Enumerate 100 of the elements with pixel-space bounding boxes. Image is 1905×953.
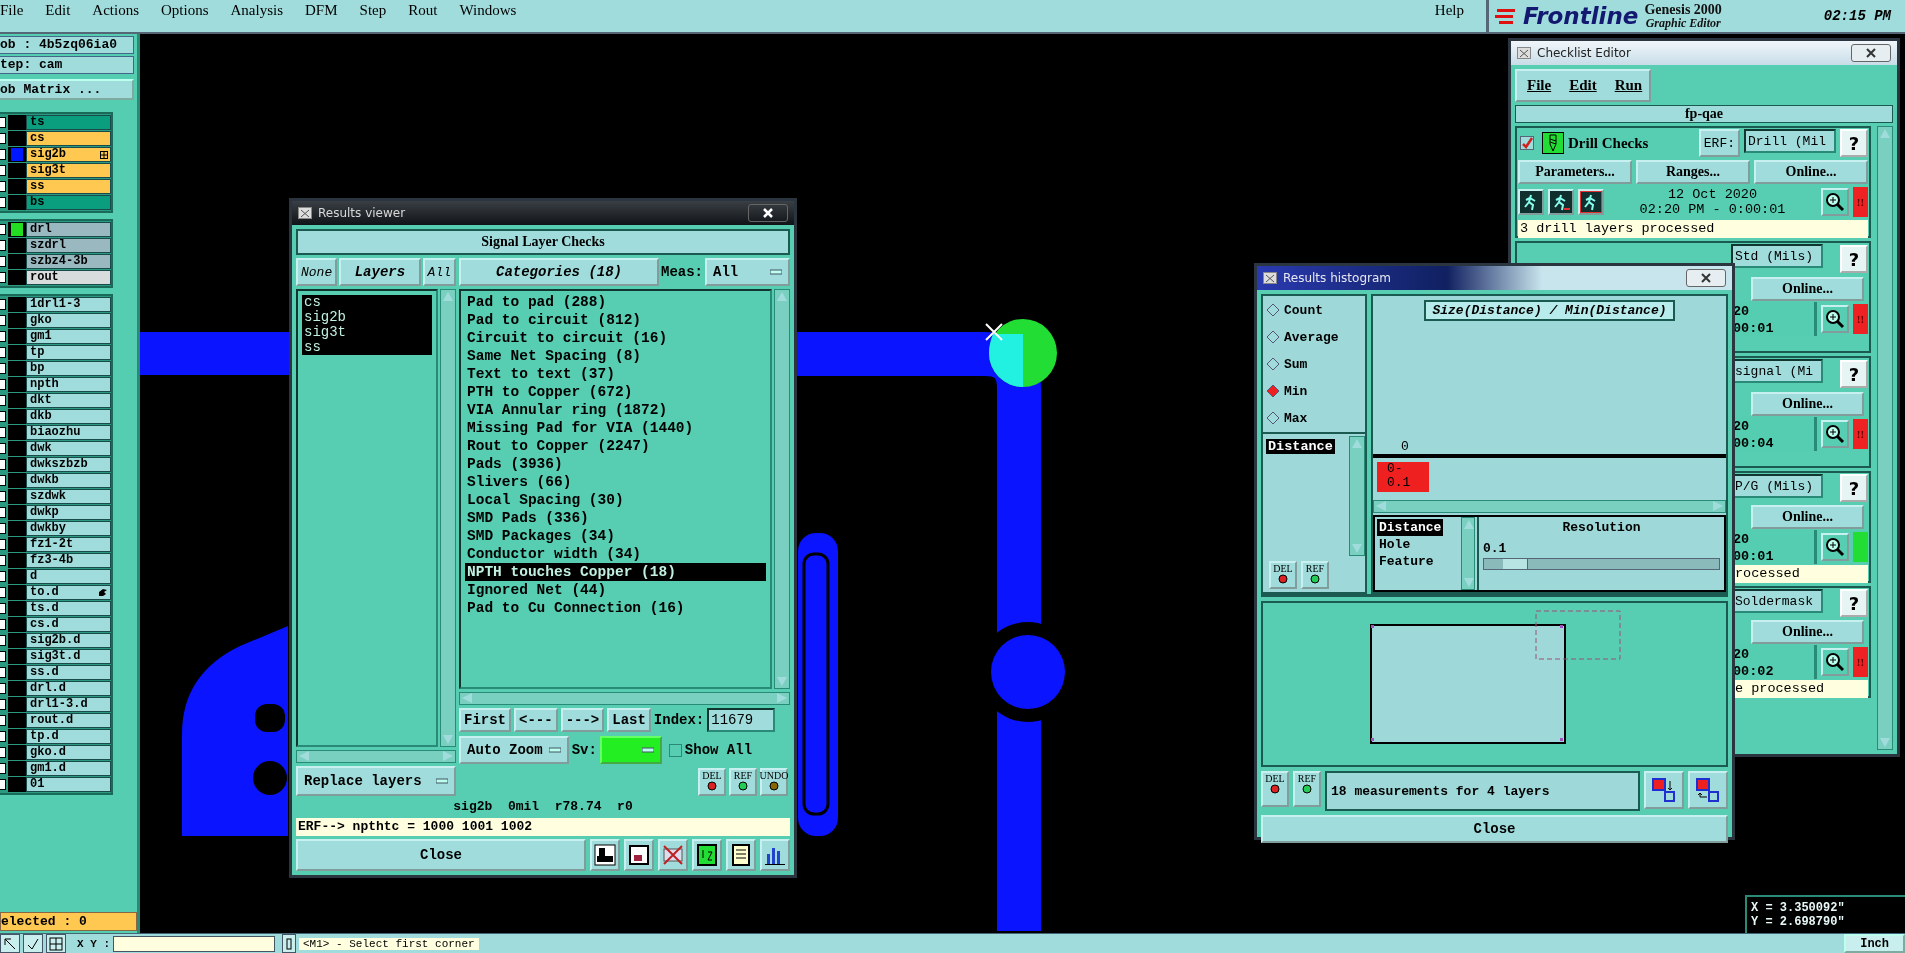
layer-item[interactable]: 01 (26, 777, 111, 792)
layer-item[interactable]: szbz4-3b (26, 254, 111, 269)
checkbox[interactable] (0, 315, 6, 326)
slider-thumb[interactable] (1502, 559, 1528, 569)
category-item[interactable]: PTH to Copper (672) (465, 383, 766, 401)
coordinate-input[interactable] (113, 935, 275, 952)
layer-item[interactable]: drl (26, 222, 111, 237)
radio-option[interactable]: Average (1266, 327, 1362, 347)
checkbox[interactable] (0, 299, 6, 310)
checkbox[interactable] (0, 181, 6, 192)
zoom-button[interactable] (1821, 648, 1849, 676)
checkbox[interactable] (0, 149, 6, 160)
menu-item[interactable]: Edit (45, 0, 81, 19)
layer-item[interactable]: dwkb (26, 473, 111, 488)
layer-item[interactable]: gko.d (26, 745, 111, 760)
menu-item[interactable]: Step (359, 0, 397, 19)
checkbox[interactable] (0, 603, 6, 614)
navigation-button[interactable]: ---> (560, 708, 605, 732)
layer-item[interactable]: gko (26, 313, 111, 328)
checkbox[interactable] (0, 779, 6, 790)
checkbox[interactable] (0, 523, 6, 534)
category-item[interactable]: Missing Pad for VIA (1440) (465, 419, 766, 437)
checkbox[interactable] (0, 571, 6, 582)
tool-button[interactable]: DEL (698, 768, 726, 796)
layer-item[interactable]: to.d (26, 585, 111, 600)
layer-item[interactable]: tp.d (26, 729, 111, 744)
category-item[interactable]: Pad to circuit (812) (465, 311, 766, 329)
layer-item[interactable]: bs (26, 195, 111, 210)
layer-item[interactable]: sig2b.d (26, 633, 111, 648)
layer-item[interactable]: ss (26, 179, 111, 194)
checkbox[interactable] (0, 224, 6, 235)
replace-mode-dropdown[interactable]: Replace layers (296, 766, 456, 796)
layer-item[interactable]: d (26, 569, 111, 584)
close-button[interactable] (748, 204, 788, 222)
vertical-scrollbar[interactable] (1349, 436, 1365, 556)
layer-item[interactable]: npth (26, 377, 111, 392)
run-button[interactable] (1548, 189, 1574, 215)
checkbox[interactable] (0, 651, 6, 662)
help-menu[interactable]: Help (1434, 0, 1474, 19)
category-item[interactable]: Conductor width (34) (465, 545, 766, 563)
checkbox[interactable] (0, 491, 6, 502)
checkbox[interactable] (0, 747, 6, 758)
checkbox[interactable] (0, 347, 6, 358)
layer-item[interactable]: drl1-3.d (26, 697, 111, 712)
units-dropdown[interactable]: Inch (1844, 934, 1905, 953)
checkbox[interactable] (0, 715, 6, 726)
check-button[interactable]: Online... (1751, 277, 1864, 301)
checkbox[interactable] (0, 555, 6, 566)
checkbox[interactable] (0, 117, 6, 128)
checkbox[interactable] (0, 379, 6, 390)
radio-option[interactable]: Max (1266, 408, 1362, 428)
help-button[interactable]: ? (1840, 589, 1868, 617)
menu-item[interactable]: File (1527, 77, 1552, 94)
check-button[interactable]: Ranges... (1636, 160, 1750, 184)
radio-option[interactable]: Min (1266, 381, 1362, 401)
category-item[interactable]: NPTH touches Copper (18) (465, 563, 766, 581)
layer-item[interactable]: ss.d (26, 665, 111, 680)
toolbar-button[interactable] (692, 839, 722, 871)
check-button[interactable]: Online... (1754, 160, 1868, 184)
help-button[interactable]: ? (1840, 245, 1868, 273)
layer-item[interactable]: drl.d (26, 681, 111, 696)
layer-item[interactable]: gm1 (26, 329, 111, 344)
zoom-button[interactable] (1821, 188, 1849, 216)
category-item[interactable]: Text to text (37) (465, 365, 766, 383)
erf-field[interactable]: Std (Mils) (1731, 244, 1823, 268)
measure-type-item[interactable]: Feature (1377, 553, 1436, 570)
close-button[interactable]: Close (1261, 815, 1728, 843)
toolbar-button[interactable] (1644, 771, 1684, 809)
tool-button[interactable] (0, 934, 20, 953)
help-button[interactable]: ? (1840, 129, 1868, 157)
index-field[interactable]: 11679 (707, 708, 776, 732)
layer-list-item[interactable]: sig2b (302, 310, 432, 325)
radio-option[interactable]: Sum (1266, 354, 1362, 374)
navigation-button[interactable]: First (459, 708, 511, 732)
layer-item[interactable]: szdrl (26, 238, 111, 253)
categories-button[interactable]: Categories (18) (459, 258, 659, 286)
category-item[interactable]: Pad to Cu Connection (16) (465, 599, 766, 617)
checkbox[interactable] (0, 507, 6, 518)
histogram-bin[interactable]: 0-0.1 (1377, 462, 1429, 492)
category-item[interactable]: Ignored Net (44) (465, 581, 766, 599)
layer-item[interactable]: szdwk (26, 489, 111, 504)
layer-item[interactable]: dkt (26, 393, 111, 408)
menu-item[interactable]: Run (1614, 77, 1643, 94)
layer-item[interactable]: tp (26, 345, 111, 360)
checkbox[interactable] (0, 197, 6, 208)
layer-item[interactable]: sig3t.d (26, 649, 111, 664)
layer-item[interactable]: dwkp (26, 505, 111, 520)
layer-item[interactable]: sig2b (26, 147, 111, 162)
checkbox[interactable] (0, 635, 6, 646)
navigation-button[interactable]: <--- (514, 708, 558, 732)
category-item[interactable]: Slivers (66) (465, 473, 766, 491)
close-button[interactable] (1851, 44, 1891, 62)
toolbar-button[interactable] (590, 839, 620, 871)
checkbox[interactable] (1520, 136, 1534, 150)
menu-item[interactable]: DFM (305, 0, 348, 19)
zoom-mode-dropdown[interactable]: Auto Zoom (459, 736, 569, 764)
vertical-scrollbar[interactable] (1461, 517, 1475, 590)
vertical-scrollbar[interactable] (1877, 126, 1893, 750)
layer-item[interactable]: rout.d (26, 713, 111, 728)
layer-item[interactable]: sig3t (26, 163, 111, 178)
